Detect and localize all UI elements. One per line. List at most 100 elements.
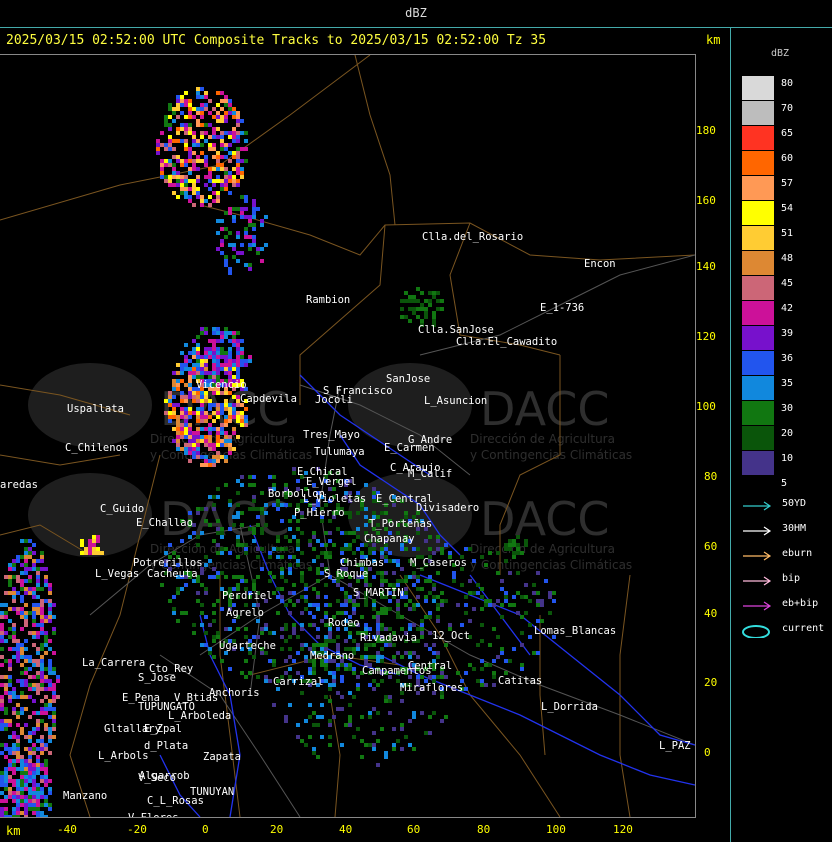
- track-legend-item: current: [742, 621, 832, 638]
- echo-pixel: [272, 631, 276, 635]
- echo-pixel: [236, 535, 240, 539]
- echo-pixel: [196, 155, 200, 159]
- echo-pixel: [364, 507, 368, 511]
- echo-pixel: [364, 659, 368, 663]
- legend-swatch: [742, 176, 774, 200]
- echo-pixel: [32, 767, 36, 771]
- echo-pixel: [244, 131, 248, 135]
- echo-pixel: [212, 351, 216, 355]
- echo-pixel: [212, 131, 216, 135]
- echo-pixel: [304, 583, 308, 587]
- echo-pixel: [324, 543, 328, 547]
- echo-pixel: [160, 171, 164, 175]
- echo-pixel: [412, 547, 416, 551]
- echo-pixel: [436, 547, 440, 551]
- echo-pixel: [316, 595, 320, 599]
- radar-map[interactable]: DACCDirección de Agriculturay Contingenc…: [0, 54, 696, 818]
- echo-pixel: [348, 595, 352, 599]
- echo-pixel: [352, 599, 356, 603]
- place-label: 12_Oct: [432, 630, 470, 642]
- echo-pixel: [524, 543, 528, 547]
- echo-pixel: [284, 535, 288, 539]
- echo-pixel: [216, 391, 220, 395]
- echo-pixel: [28, 675, 32, 679]
- watermark-brand: DACC: [480, 382, 610, 436]
- echo-pixel: [32, 543, 36, 547]
- echo-pixel: [252, 239, 256, 243]
- echo-pixel: [220, 391, 224, 395]
- echo-pixel: [388, 711, 392, 715]
- echo-pixel: [428, 611, 432, 615]
- echo-pixel: [484, 599, 488, 603]
- echo-pixel: [480, 679, 484, 683]
- echo-pixel: [204, 155, 208, 159]
- echo-pixel: [252, 539, 256, 543]
- echo-pixel: [188, 391, 192, 395]
- echo-pixel: [244, 423, 248, 427]
- echo-pixel: [20, 587, 24, 591]
- echo-pixel: [500, 587, 504, 591]
- echo-pixel: [92, 543, 96, 547]
- radar-map-canvas[interactable]: DACCDirección de Agriculturay Contingenc…: [0, 55, 695, 817]
- echo-pixel: [492, 675, 496, 679]
- echo-pixel: [348, 703, 352, 707]
- echo-pixel: [24, 787, 28, 791]
- echo-pixel: [184, 407, 188, 411]
- echo-pixel: [8, 775, 12, 779]
- echo-pixel: [36, 783, 40, 787]
- echo-pixel: [372, 511, 376, 515]
- echo-pixel: [508, 539, 512, 543]
- echo-pixel: [44, 675, 48, 679]
- echo-pixel: [260, 219, 264, 223]
- echo-pixel: [312, 531, 316, 535]
- echo-pixel: [0, 655, 4, 659]
- echo-pixel: [200, 435, 204, 439]
- echo-pixel: [376, 683, 380, 687]
- echo-pixel: [208, 175, 212, 179]
- echo-pixel: [216, 575, 220, 579]
- echo-pixel: [496, 635, 500, 639]
- echo-pixel: [228, 367, 232, 371]
- echo-pixel: [200, 87, 204, 91]
- track-label: current: [782, 623, 825, 634]
- echo-pixel: [8, 679, 12, 683]
- echo-pixel: [36, 583, 40, 587]
- echo-pixel: [204, 327, 208, 331]
- echo-pixel: [40, 611, 44, 615]
- place-label: Medrano: [310, 650, 354, 662]
- echo-pixel: [220, 367, 224, 371]
- echo-pixel: [332, 639, 336, 643]
- echo-pixel: [392, 659, 396, 663]
- echo-pixel: [200, 111, 204, 115]
- echo-pixel: [8, 691, 12, 695]
- echo-pixel: [284, 639, 288, 643]
- echo-pixel: [244, 627, 248, 631]
- echo-pixel: [284, 547, 288, 551]
- echo-pixel: [248, 219, 252, 223]
- echo-pixel: [392, 571, 396, 575]
- echo-pixel: [272, 483, 276, 487]
- echo-pixel: [220, 535, 224, 539]
- echo-pixel: [52, 727, 56, 731]
- echo-pixel: [32, 675, 36, 679]
- echo-pixel: [248, 527, 252, 531]
- echo-pixel: [516, 535, 520, 539]
- y-tick-label: 60: [704, 540, 718, 553]
- echo-pixel: [204, 347, 208, 351]
- echo-pixel: [396, 611, 400, 615]
- echo-pixel: [192, 451, 196, 455]
- watermark-line1: Dirección de Agricultura: [470, 432, 615, 446]
- echo-pixel: [8, 763, 12, 767]
- echo-pixel: [156, 151, 160, 155]
- echo-pixel: [380, 547, 384, 551]
- echo-pixel: [196, 159, 200, 163]
- echo-pixel: [240, 415, 244, 419]
- echo-pixel: [12, 627, 16, 631]
- echo-pixel: [212, 567, 216, 571]
- echo-pixel: [44, 679, 48, 683]
- echo-pixel: [92, 551, 96, 555]
- echo-pixel: [28, 611, 32, 615]
- place-label: Zapata: [203, 751, 241, 763]
- echo-pixel: [188, 383, 192, 387]
- echo-pixel: [204, 183, 208, 187]
